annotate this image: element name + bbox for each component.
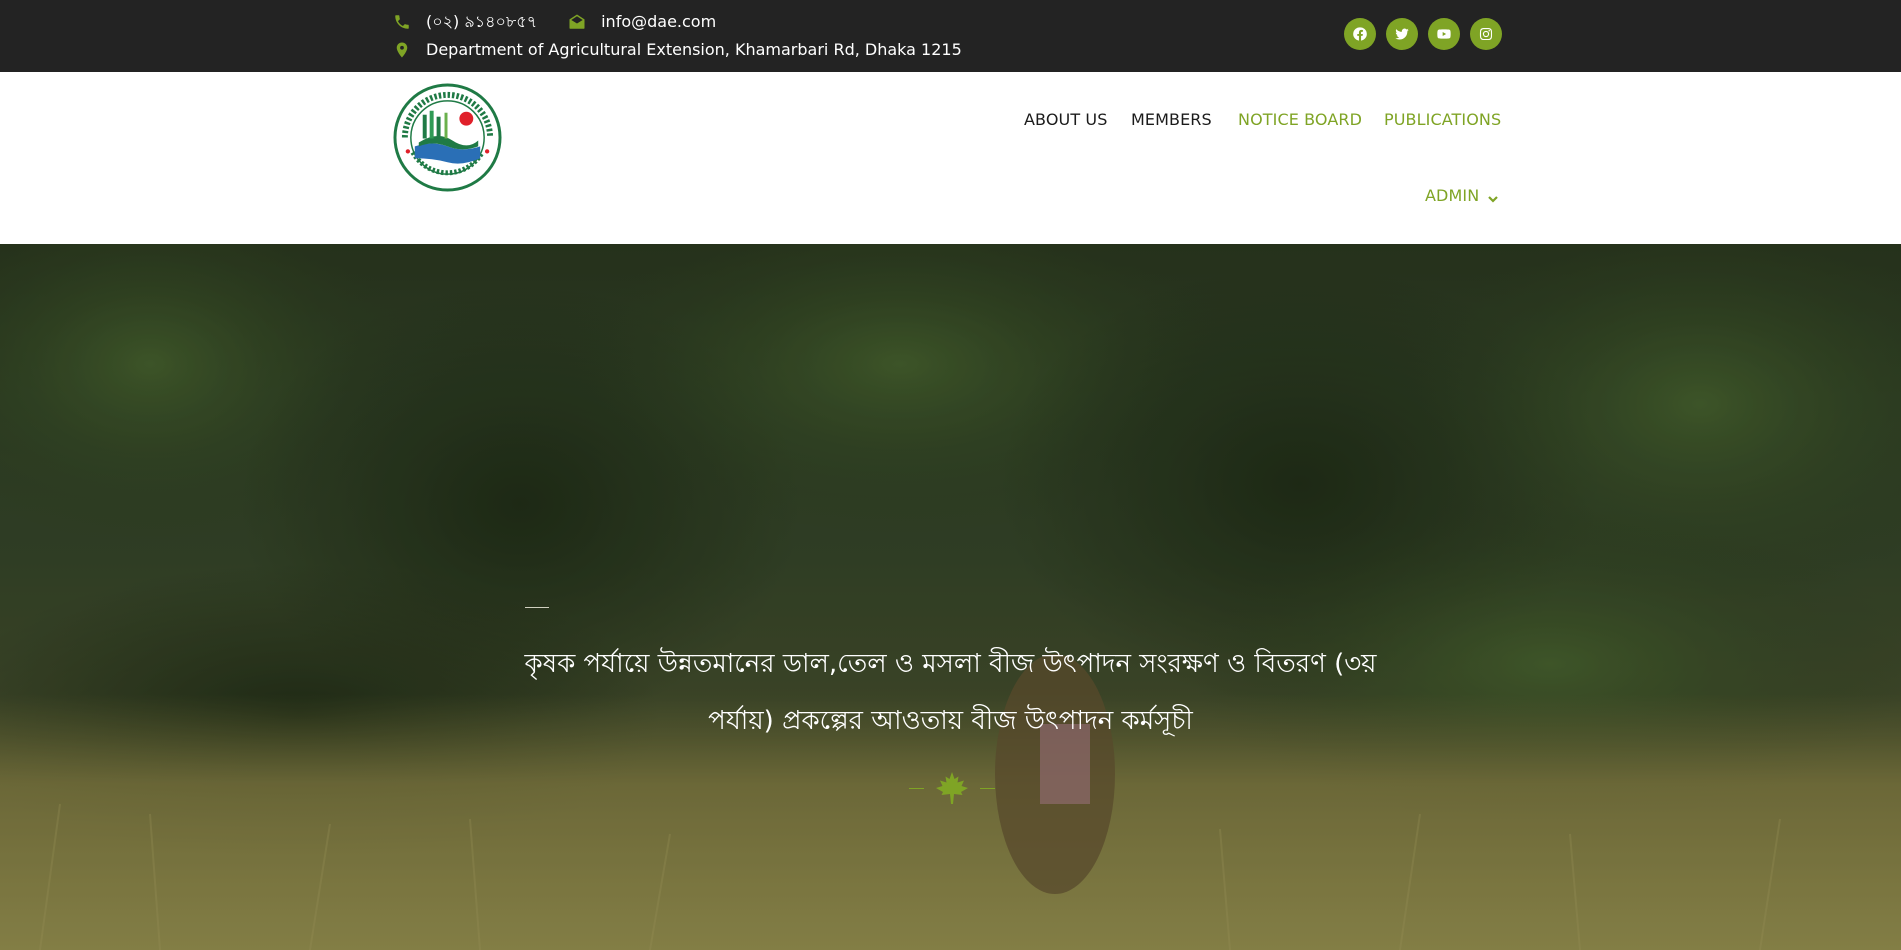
nav-publications[interactable]: PUBLICATIONS [1384,110,1501,129]
phone-item[interactable]: (০২) ৯১৪০৮৫৭ [392,8,537,36]
chevron-down-icon[interactable] [1487,190,1499,203]
instagram-button[interactable] [1470,18,1502,50]
main-nav: ABOUT US MEMBERS NOTICE BOARD PUBLICATIO… [0,72,1901,244]
address-item: Department of Agricultural Extension, Kh… [392,36,962,64]
hero-overlay [0,244,1901,950]
email-address: info@dae.com [601,12,717,31]
nav-notice-board[interactable]: NOTICE BOARD [1238,110,1362,129]
nav-members[interactable]: MEMBERS [1131,110,1212,129]
twitter-button[interactable] [1386,18,1418,50]
divider-line-right [980,787,995,789]
email-item[interactable]: info@dae.com [567,8,716,36]
youtube-icon [1437,29,1451,39]
envelope-open-icon [567,12,587,32]
twitter-icon [1395,28,1409,40]
nav-admin-label: ADMIN [1425,186,1480,205]
nav-admin[interactable]: ADMIN [1425,186,1499,205]
hero-headline: কৃষক পর্যায়ে উন্নতমানের ডাল,তেল ও মসলা … [524,649,1377,736]
hero-dash [525,607,549,608]
contact-info: (০২) ৯১৪০৮৫৭ info@dae.com Department of … [392,8,992,64]
site-header: ABOUT US MEMBERS NOTICE BOARD PUBLICATIO… [0,72,1901,244]
hero-banner: কৃষক পর্যায়ে উন্নতমানের ডাল,তেল ও মসলা … [0,244,1901,950]
hero-divider [909,771,995,805]
instagram-icon [1479,27,1493,41]
phone-icon [392,12,412,32]
phone-number: (০২) ৯১৪০৮৫৭ [426,12,538,31]
divider-line-left [909,787,924,789]
nav-about-us[interactable]: ABOUT US [1024,110,1107,129]
facebook-button[interactable] [1344,18,1376,50]
maple-leaf-icon [936,772,968,804]
map-marker-icon [392,40,412,60]
top-bar: (০২) ৯১৪০৮৫৭ info@dae.com Department of … [0,0,1901,72]
social-links [1344,18,1512,50]
youtube-button[interactable] [1428,18,1460,50]
facebook-icon [1353,27,1367,41]
address-text: Department of Agricultural Extension, Kh… [426,40,962,59]
